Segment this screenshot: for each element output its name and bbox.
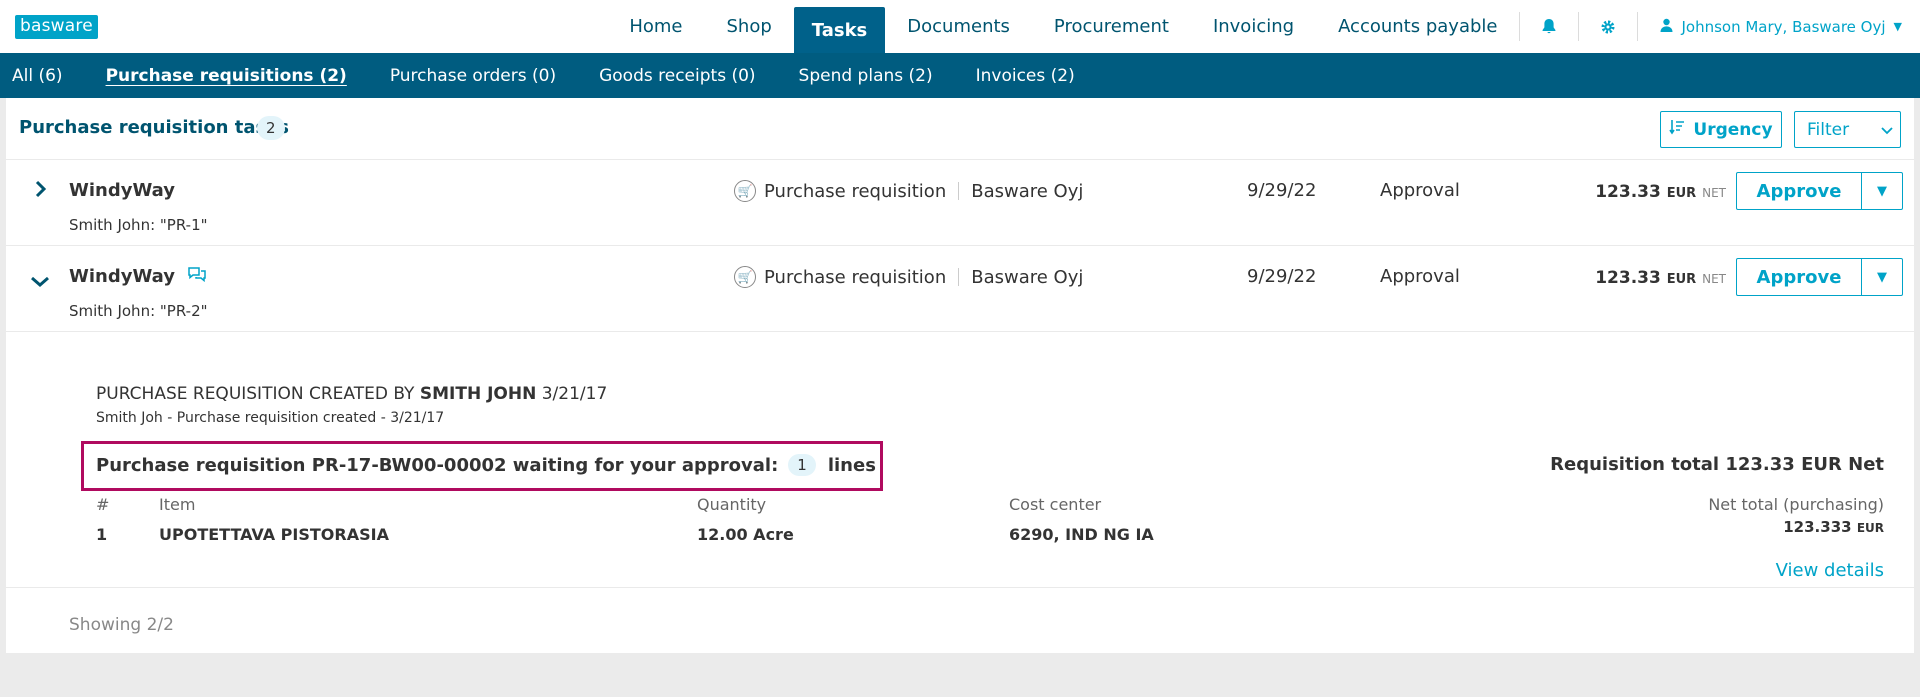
line-item: UPOTETTAVA PISTORASIA — [159, 525, 389, 544]
subnav-purchase-requisitions[interactable]: Purchase requisitions (2) — [106, 66, 347, 86]
filter-label: Filter — [1807, 119, 1850, 140]
line-cost-center: 6290, IND NG IA — [1009, 525, 1154, 544]
vendor-name: WindyWay — [69, 180, 175, 201]
created-date: 3/21/17 — [541, 384, 608, 404]
user-name: Johnson Mary, Basware Oyj — [1681, 17, 1886, 36]
divider — [958, 268, 960, 286]
nav-procurement[interactable]: Procurement — [1032, 0, 1191, 53]
approve-dropdown-caret-icon[interactable]: ▼ — [1862, 173, 1902, 209]
task-date: 9/29/22 — [1247, 180, 1317, 201]
subnav-spend-plans[interactable]: Spend plans (2) — [799, 66, 933, 86]
nav-invoicing[interactable]: Invoicing — [1191, 0, 1316, 53]
approve-button[interactable]: Approve — [1737, 173, 1862, 209]
company-name: Basware Oyj — [971, 180, 1084, 202]
urgency-sort-button[interactable]: Urgency — [1660, 111, 1782, 148]
lines-count-badge: 1 — [788, 454, 816, 476]
col-header-item: Item — [159, 495, 196, 514]
col-header-cost-center: Cost center — [1009, 495, 1102, 514]
gear-icon[interactable] — [1579, 0, 1637, 53]
cart-icon: 🛒 — [734, 266, 756, 288]
nav-home[interactable]: Home — [607, 0, 704, 53]
amount-net: NET — [1702, 186, 1726, 200]
task-detail: PURCHASE REQUISITION CREATED BY SMITH JO… — [6, 370, 1914, 588]
col-header-net-total: Net total (purchasing) — [1708, 495, 1884, 514]
task-amount: 123.33 EUR NET — [1595, 268, 1726, 288]
approve-split-button: Approve ▼ — [1736, 172, 1903, 210]
chevron-down-icon — [1881, 120, 1893, 140]
requisition-total: Requisition total 123.33 EUR Net — [1550, 454, 1884, 475]
subnav-all[interactable]: All (6) — [12, 66, 63, 86]
line-net-total: 123.333 EUR — [1783, 518, 1884, 536]
line-net-currency: EUR — [1856, 521, 1884, 535]
approve-button[interactable]: Approve — [1737, 259, 1862, 295]
created-heading: PURCHASE REQUISITION CREATED BY SMITH JO… — [96, 384, 607, 404]
comments-icon[interactable] — [187, 267, 207, 286]
task-stage: Approval — [1380, 180, 1460, 201]
task-type: 🛒 Purchase requisition Basware Oyj — [734, 180, 1083, 202]
task-stage: Approval — [1380, 266, 1460, 287]
chevron-down-icon[interactable] — [30, 270, 50, 295]
created-by: SMITH JOHN — [419, 384, 537, 404]
panel-title: Purchase requisition tasks — [19, 117, 289, 138]
amount-value: 123.33 — [1595, 182, 1661, 202]
task-type-label: Purchase requisition — [764, 266, 947, 288]
vendor-name: WindyWay — [69, 266, 207, 287]
amount-currency: EUR — [1666, 186, 1697, 201]
task-date: 9/29/22 — [1247, 266, 1317, 287]
lines-word: lines — [827, 454, 876, 476]
amount-net: NET — [1702, 272, 1726, 286]
top-bar: basware Home Shop Tasks Documents Procur… — [0, 0, 1920, 53]
nav-shop[interactable]: Shop — [704, 0, 793, 53]
sort-icon — [1669, 119, 1685, 140]
showing-count: Showing 2/2 — [69, 615, 174, 635]
task-amount: 123.33 EUR NET — [1595, 182, 1726, 202]
caret-down-icon: ▼ — [1893, 20, 1902, 33]
chevron-right-icon[interactable] — [34, 179, 48, 204]
amount-currency: EUR — [1666, 272, 1697, 287]
task-subline: Smith John: "PR-2" — [69, 302, 208, 320]
subnav-invoices[interactable]: Invoices (2) — [976, 66, 1075, 86]
col-header-quantity: Quantity — [697, 495, 767, 514]
created-subline: Smith Joh - Purchase requisition created… — [96, 410, 445, 426]
waiting-text: Purchase requisition PR-17-BW00-00002 wa… — [96, 454, 779, 476]
vendor-name-text: WindyWay — [69, 266, 175, 287]
amount-value: 123.33 — [1595, 268, 1661, 288]
filter-button[interactable]: Filter — [1794, 111, 1901, 148]
urgency-label: Urgency — [1693, 119, 1773, 140]
user-icon — [1660, 18, 1673, 36]
sub-nav: All (6) Purchase requisitions (2) Purcha… — [0, 53, 1920, 98]
nav-accounts-payable[interactable]: Accounts payable — [1316, 0, 1519, 53]
cart-icon: 🛒 — [734, 180, 756, 202]
company-name: Basware Oyj — [971, 266, 1084, 288]
approve-dropdown-caret-icon[interactable]: ▼ — [1862, 259, 1902, 295]
created-prefix: PURCHASE REQUISITION CREATED BY — [96, 384, 415, 404]
task-count-badge: 2 — [257, 116, 285, 140]
approval-waiting-text: Purchase requisition PR-17-BW00-00002 wa… — [96, 454, 876, 476]
task-row[interactable]: WindyWay Smith John: "PR-1" 🛒 Purchase r… — [6, 160, 1914, 246]
task-subline: Smith John: "PR-1" — [69, 216, 208, 234]
divider — [958, 182, 960, 200]
nav-documents[interactable]: Documents — [885, 0, 1032, 53]
panel-header: Purchase requisition tasks 2 Urgency Fil… — [6, 98, 1914, 160]
basware-logo[interactable]: basware — [15, 15, 98, 39]
task-type: 🛒 Purchase requisition Basware Oyj — [734, 266, 1083, 288]
task-row[interactable]: WindyWay Smith John: "PR-2" 🛒 Purchase r… — [6, 246, 1914, 332]
col-header-num: # — [96, 495, 110, 514]
bell-icon[interactable] — [1520, 0, 1578, 53]
nav-tasks[interactable]: Tasks — [793, 7, 886, 53]
subnav-goods-receipts[interactable]: Goods receipts (0) — [599, 66, 755, 86]
tasks-panel: Purchase requisition tasks 2 Urgency Fil… — [6, 98, 1914, 653]
line-quantity: 12.00 Acre — [697, 525, 794, 544]
user-menu[interactable]: Johnson Mary, Basware Oyj ▼ — [1638, 0, 1920, 53]
task-type-label: Purchase requisition — [764, 180, 947, 202]
approve-split-button: Approve ▼ — [1736, 258, 1903, 296]
line-num: 1 — [96, 525, 108, 544]
line-net-value: 123.333 — [1783, 518, 1852, 536]
subnav-purchase-orders[interactable]: Purchase orders (0) — [390, 66, 556, 86]
view-details-link[interactable]: View details — [1776, 560, 1884, 581]
main-nav: Home Shop Tasks Documents Procurement In… — [607, 0, 1920, 53]
